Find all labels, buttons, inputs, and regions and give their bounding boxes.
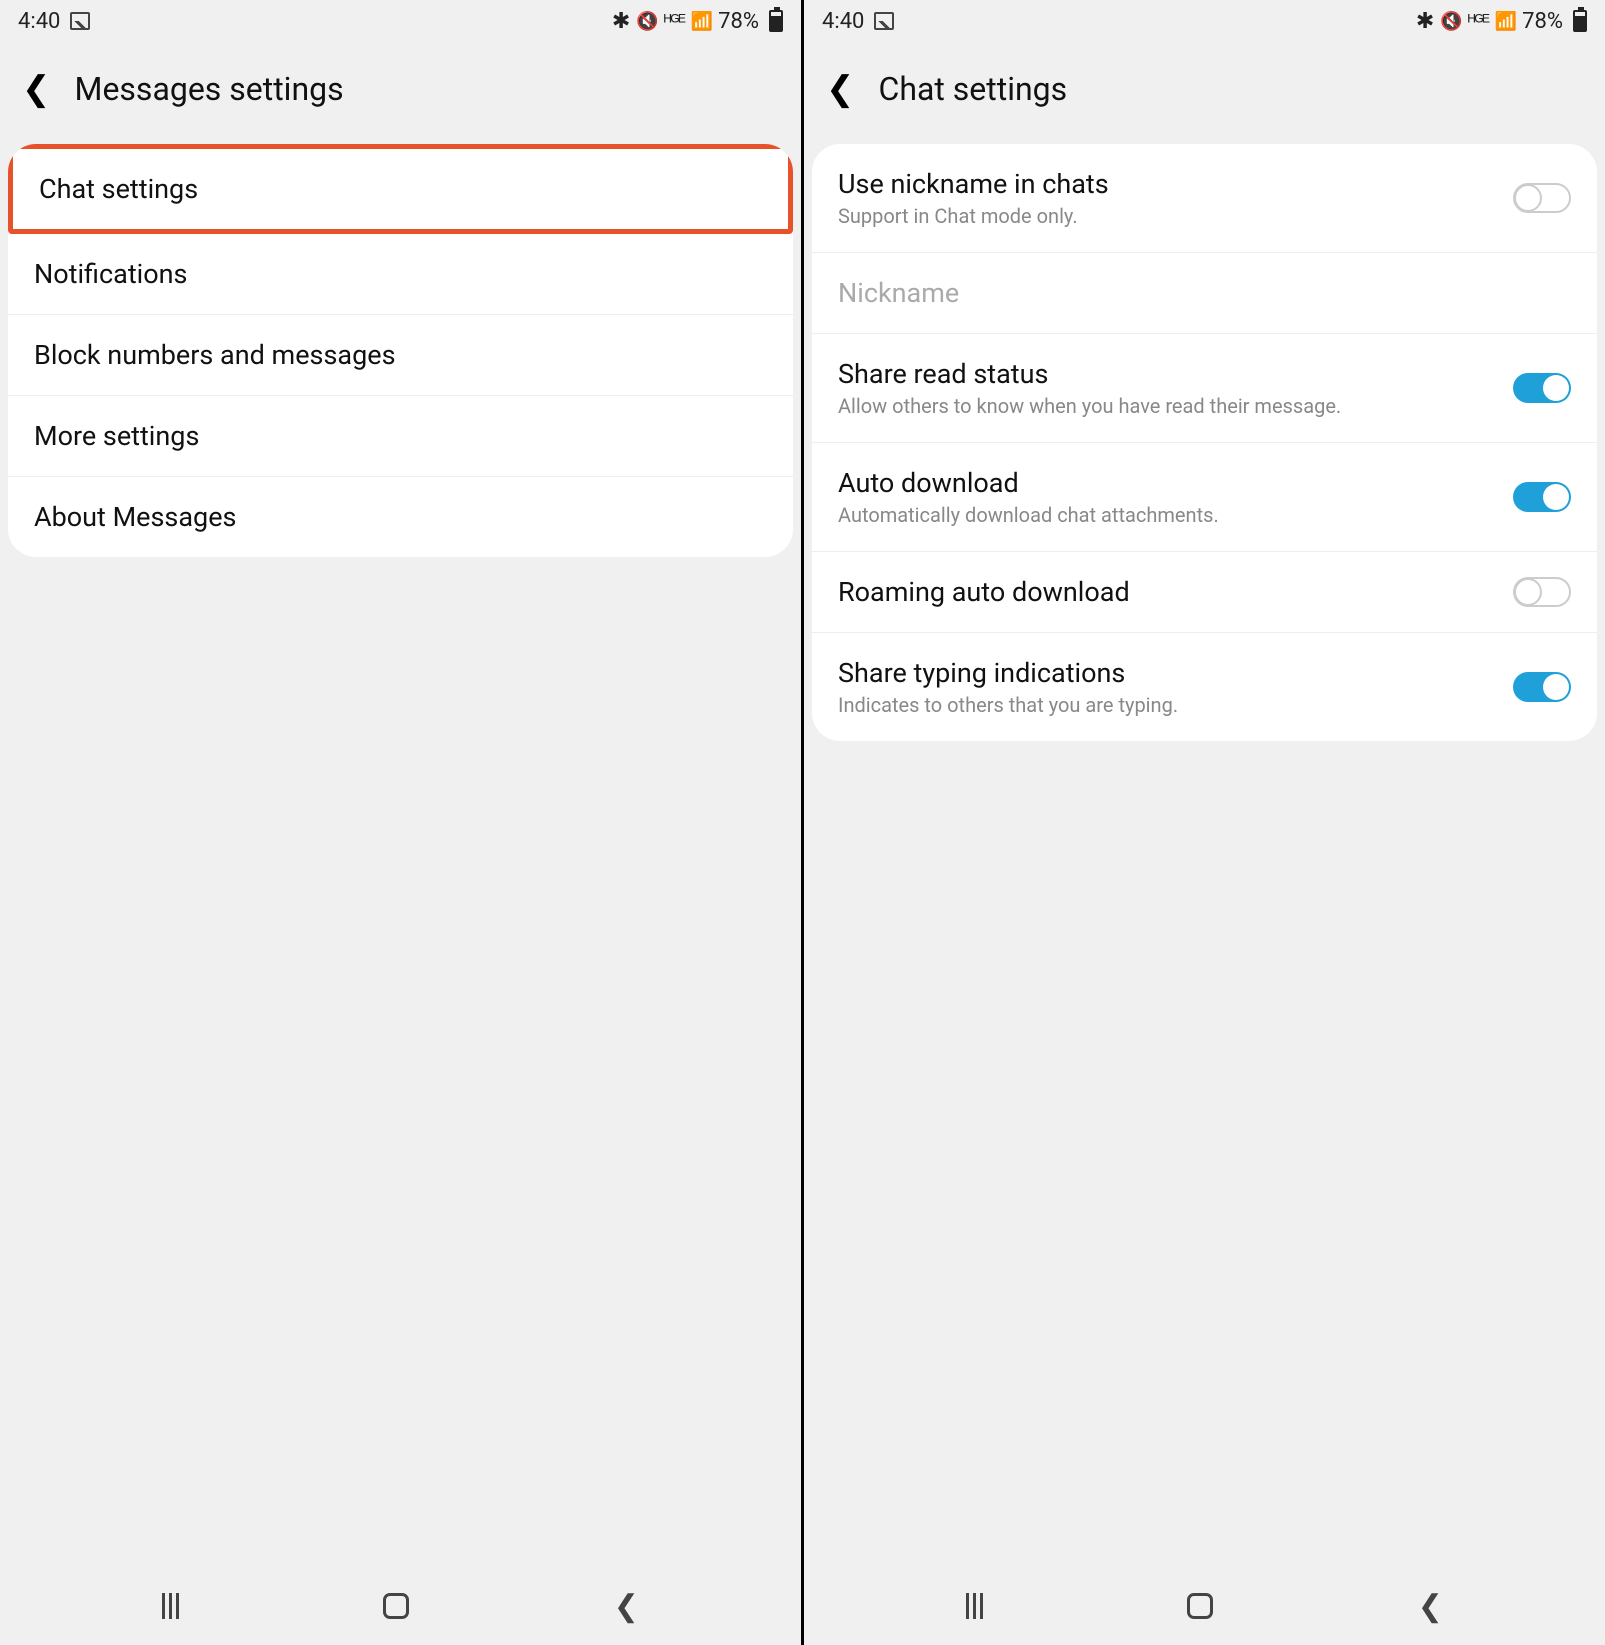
header: ❮ Messages settings bbox=[0, 42, 801, 144]
back-icon[interactable]: ❮ bbox=[826, 72, 855, 106]
battery-percent: 78% bbox=[718, 9, 759, 34]
row-share-typing[interactable]: Share typing indications Indicates to ot… bbox=[812, 633, 1597, 741]
network-icon: ᴴᴳᴱ bbox=[664, 11, 685, 32]
row-label: Roaming auto download bbox=[838, 576, 1513, 608]
row-sublabel: Support in Chat mode only. bbox=[838, 204, 1513, 228]
row-more-settings[interactable]: More settings bbox=[8, 396, 793, 477]
row-label: More settings bbox=[34, 420, 767, 452]
toggle-share-typing[interactable] bbox=[1513, 672, 1571, 702]
row-share-read-status[interactable]: Share read status Allow others to know w… bbox=[812, 334, 1597, 443]
row-block-numbers[interactable]: Block numbers and messages bbox=[8, 315, 793, 396]
row-about-messages[interactable]: About Messages bbox=[8, 477, 793, 557]
row-use-nickname[interactable]: Use nickname in chats Support in Chat mo… bbox=[812, 144, 1597, 253]
nav-bar: ❮ bbox=[804, 1567, 1605, 1645]
row-notifications[interactable]: Notifications bbox=[8, 234, 793, 315]
battery-icon bbox=[1573, 10, 1587, 32]
header: ❮ Chat settings bbox=[804, 42, 1605, 144]
page-title: Messages settings bbox=[75, 70, 344, 108]
settings-card: Chat settings Notifications Block number… bbox=[8, 144, 793, 557]
recents-icon[interactable] bbox=[162, 1593, 179, 1619]
row-label: Block numbers and messages bbox=[34, 339, 767, 371]
status-bar: 4:40 ✱ 🔇 ᴴᴳᴱ 📶 78% bbox=[804, 0, 1605, 42]
bluetooth-icon: ✱ bbox=[1416, 9, 1434, 34]
phone-left: 4:40 ✱ 🔇 ᴴᴳᴱ 📶 78% ❮ Messages settings C… bbox=[0, 0, 801, 1645]
row-label: About Messages bbox=[34, 501, 767, 533]
row-label: Notifications bbox=[34, 258, 767, 290]
row-roaming-auto-download[interactable]: Roaming auto download bbox=[812, 552, 1597, 633]
row-label: Use nickname in chats bbox=[838, 168, 1513, 200]
row-chat-settings[interactable]: Chat settings bbox=[8, 144, 793, 234]
row-label: Chat settings bbox=[39, 173, 762, 205]
row-label: Nickname bbox=[838, 277, 1571, 309]
toggle-auto-download[interactable] bbox=[1513, 482, 1571, 512]
recents-icon[interactable] bbox=[966, 1593, 983, 1619]
signal-icon: 📶 bbox=[1495, 11, 1516, 32]
page-title: Chat settings bbox=[879, 70, 1068, 108]
mute-icon: 🔇 bbox=[636, 11, 657, 32]
row-label: Share read status bbox=[838, 358, 1513, 390]
row-sublabel: Automatically download chat attachments. bbox=[838, 503, 1513, 527]
mute-icon: 🔇 bbox=[1440, 11, 1461, 32]
nav-bar: ❮ bbox=[0, 1567, 801, 1645]
status-bar: 4:40 ✱ 🔇 ᴴᴳᴱ 📶 78% bbox=[0, 0, 801, 42]
toggle-share-read-status[interactable] bbox=[1513, 373, 1571, 403]
chat-settings-card: Use nickname in chats Support in Chat mo… bbox=[812, 144, 1597, 741]
back-icon[interactable]: ❮ bbox=[22, 72, 51, 106]
nav-back-icon[interactable]: ❮ bbox=[1418, 1589, 1443, 1624]
toggle-use-nickname[interactable] bbox=[1513, 183, 1571, 213]
picture-icon bbox=[70, 12, 90, 30]
row-auto-download[interactable]: Auto download Automatically download cha… bbox=[812, 443, 1597, 552]
nav-back-icon[interactable]: ❮ bbox=[614, 1589, 639, 1624]
phone-right: 4:40 ✱ 🔇 ᴴᴳᴱ 📶 78% ❮ Chat settings Use n… bbox=[804, 0, 1605, 1645]
picture-icon bbox=[874, 12, 894, 30]
status-time: 4:40 bbox=[822, 9, 864, 34]
home-icon[interactable] bbox=[1187, 1593, 1213, 1619]
battery-icon bbox=[769, 10, 783, 32]
signal-icon: 📶 bbox=[691, 11, 712, 32]
network-icon: ᴴᴳᴱ bbox=[1468, 11, 1489, 32]
battery-percent: 78% bbox=[1522, 9, 1563, 34]
row-nickname: Nickname bbox=[812, 253, 1597, 334]
row-sublabel: Indicates to others that you are typing. bbox=[838, 693, 1513, 717]
row-label: Share typing indications bbox=[838, 657, 1513, 689]
toggle-roaming-auto-download[interactable] bbox=[1513, 577, 1571, 607]
row-sublabel: Allow others to know when you have read … bbox=[838, 394, 1513, 418]
row-label: Auto download bbox=[838, 467, 1513, 499]
status-time: 4:40 bbox=[18, 9, 60, 34]
bluetooth-icon: ✱ bbox=[612, 9, 630, 34]
home-icon[interactable] bbox=[383, 1593, 409, 1619]
